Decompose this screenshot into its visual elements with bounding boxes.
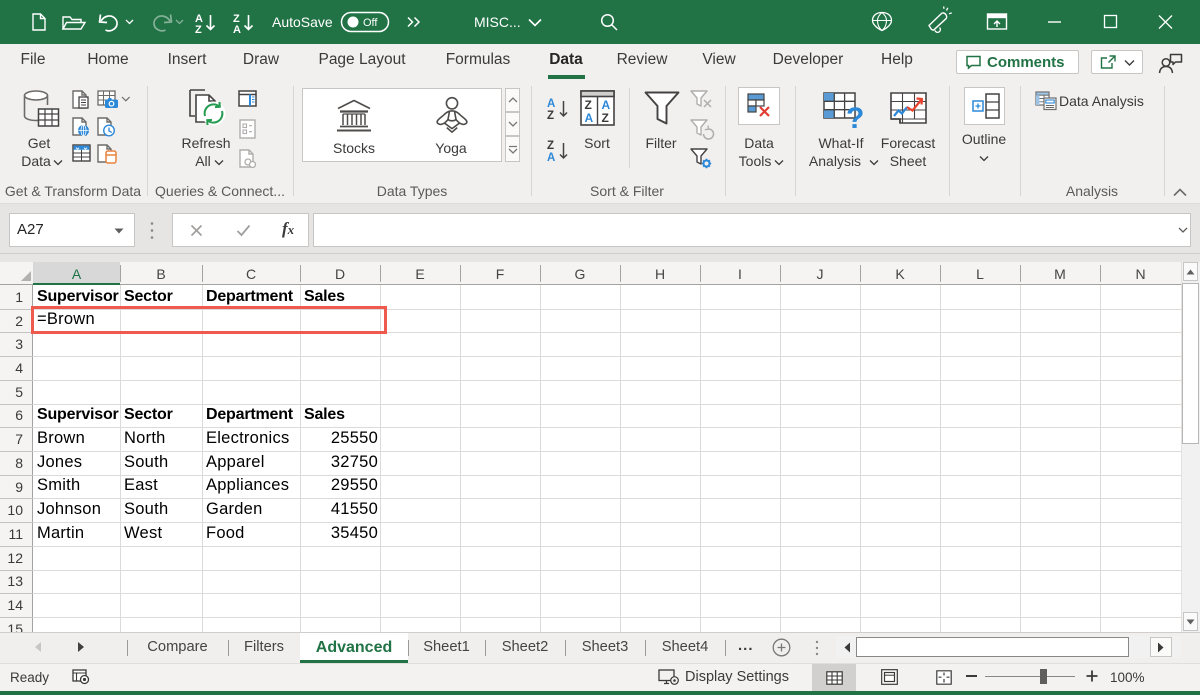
svg-text:A: A (585, 111, 594, 125)
svg-text:Z: Z (547, 140, 554, 152)
svg-text:A: A (547, 98, 555, 110)
svg-text:?: ? (846, 102, 864, 135)
svg-text:A: A (233, 24, 241, 36)
svg-text:A: A (547, 152, 555, 164)
svg-text:A: A (602, 98, 611, 112)
svg-text:Z: Z (602, 111, 609, 125)
svg-text:Z: Z (585, 98, 592, 112)
svg-text:Z: Z (195, 24, 202, 36)
svg-text:Z: Z (547, 110, 554, 122)
svg-text:Off: Off (363, 17, 378, 29)
